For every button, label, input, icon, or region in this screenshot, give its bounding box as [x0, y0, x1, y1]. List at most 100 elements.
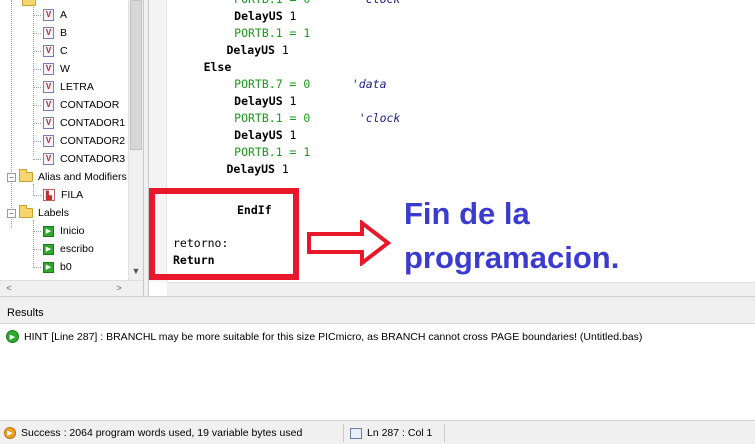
success-icon: ▶	[4, 427, 16, 439]
tree-variable-2[interactable]: VC	[33, 42, 68, 60]
compile-status-text: Success : 2064 program words used, 19 va…	[21, 427, 303, 439]
cursor-position-text: Ln 287 : Col 1	[367, 427, 433, 439]
tree-item-label: CONTADOR1	[60, 117, 126, 129]
tree-item-label: CONTADOR2	[60, 135, 126, 147]
variable-icon: V	[43, 9, 54, 21]
code-explorer-tree[interactable]: V A V B V C V W V LETRA V CONTADOR V CONTADOR1 V CONTAD…	[0, 0, 144, 296]
code-line-3[interactable]: DelayUS 1	[227, 42, 289, 59]
code-line-10[interactable]: DelayUS 1	[227, 161, 289, 178]
cursor-position: Ln 287 : Col 1	[350, 421, 432, 444]
status-bar: ▶ Success : 2064 program words used, 19 …	[0, 420, 755, 444]
code-line-7[interactable]: PORTB.1 = 0 'clock	[234, 110, 400, 127]
variable-icon: V	[43, 45, 54, 57]
tree-item-label: CONTADOR3	[60, 153, 126, 165]
code-line-2[interactable]: PORTB.1 = 1	[234, 25, 310, 42]
tree-item-label: B	[60, 27, 68, 39]
tree-label-2[interactable]: ▶ b0	[33, 258, 72, 276]
code-comment: 'data	[351, 77, 387, 91]
variable-icon: V	[43, 153, 54, 165]
tree-variable-4[interactable]: V LETRA	[33, 78, 94, 96]
highlight-box	[149, 188, 299, 280]
tree-label-0[interactable]: ▶ Inicio	[33, 222, 85, 240]
keyword: Else	[203, 60, 232, 74]
register-assignment: PORTB.1 = 0	[234, 111, 311, 125]
tree-item-label: escribo	[60, 243, 94, 255]
code-line-8[interactable]: DelayUS 1	[234, 127, 296, 144]
tree-folder-alias[interactable]: − Alias and Modifiers	[7, 168, 127, 186]
tree-alias-0[interactable]: ▙ FILA	[33, 186, 83, 204]
numeric-arg: 1	[282, 94, 297, 108]
tree-item-label: Inicio	[60, 225, 85, 237]
tree-scroll-right-arrow[interactable]: >	[112, 281, 126, 295]
variable-icon: V	[43, 27, 54, 39]
tree-variable-0[interactable]: VA	[33, 6, 67, 24]
code-line-5[interactable]: PORTB.7 = 0 'data	[234, 76, 386, 93]
numeric-arg: 1	[274, 43, 289, 57]
code-line-0[interactable]: PORTB.1 = 0 'clock	[234, 0, 400, 8]
tree-variable-1[interactable]: VB	[33, 24, 67, 42]
spacing	[310, 0, 358, 6]
tree-item-label: FILA	[61, 189, 84, 201]
keyword: DelayUS	[234, 128, 283, 142]
numeric-arg: 1	[282, 9, 297, 23]
numeric-arg: 1	[282, 128, 297, 142]
tree-item-label: LETRA	[60, 81, 94, 93]
tree-folder-label: Alias and Modifiers	[38, 171, 127, 183]
label-icon: ▶	[43, 261, 54, 273]
collapse-icon[interactable]: −	[7, 172, 16, 182]
spacing	[310, 77, 352, 91]
tree-variable-3[interactable]: VW	[33, 60, 70, 78]
tree-item-label: b0	[60, 261, 72, 273]
variable-icon: V	[43, 81, 54, 93]
register-assignment: PORTB.1 = 0	[234, 0, 310, 6]
results-panel: ▶ HINT [Line 287] : BRANCHL may be more …	[0, 324, 755, 420]
tree-folder-labels[interactable]: − Labels	[7, 204, 69, 222]
label-icon: ▶	[43, 243, 54, 255]
tree-scroll-thumb[interactable]	[130, 0, 142, 150]
tree-folder-label: Labels	[38, 207, 69, 219]
code-line-6[interactable]: DelayUS 1	[234, 93, 296, 110]
keyword: DelayUS	[234, 94, 283, 108]
tree-variable-8[interactable]: V CONTADOR3	[33, 150, 125, 168]
hint-message-text: HINT [Line 287] : BRANCHL may be more su…	[24, 330, 643, 343]
hint-message-row[interactable]: ▶ HINT [Line 287] : BRANCHL may be more …	[6, 330, 642, 343]
code-comment: 'clock	[358, 111, 401, 125]
spacing	[310, 111, 358, 125]
register-assignment: PORTB.7 = 0	[234, 77, 311, 91]
keyword: DelayUS	[226, 162, 275, 176]
tree-scroll-left-arrow[interactable]: <	[2, 281, 16, 295]
document-icon	[350, 427, 362, 439]
tree-item-label: C	[60, 45, 68, 57]
tree-scroll-down-arrow[interactable]: ▼	[129, 264, 143, 278]
register-assignment: PORTB.1 = 1	[234, 145, 311, 159]
collapse-icon[interactable]: −	[7, 208, 16, 218]
tree-variable-6[interactable]: V CONTADOR1	[33, 114, 125, 132]
code-line-9[interactable]: PORTB.1 = 1	[234, 144, 310, 161]
label-icon: ▶	[43, 225, 54, 237]
code-line-4[interactable]: Else	[204, 59, 232, 76]
tree-label-1[interactable]: ▶ escribo	[33, 240, 94, 258]
tree-variable-5[interactable]: V CONTADOR	[33, 96, 119, 114]
variable-icon: V	[43, 99, 54, 111]
variable-icon: V	[43, 63, 54, 75]
tree-item-label: W	[60, 63, 70, 75]
numeric-arg: 1	[274, 162, 289, 176]
folder-icon	[19, 205, 33, 218]
tree-item-label: CONTADOR	[60, 99, 120, 111]
compile-status: ▶ Success : 2064 program words used, 19 …	[4, 421, 302, 444]
tree-item-label: A	[60, 9, 68, 21]
annotation-text-line2: programacion.	[404, 240, 620, 275]
panel-splitter[interactable]	[0, 296, 755, 301]
editor-horizontal-scrollbar[interactable]	[167, 282, 755, 296]
folder-icon	[19, 169, 33, 182]
right-arrow-icon	[307, 220, 392, 266]
register-assignment: PORTB.1 = 1	[234, 26, 311, 40]
code-line-1[interactable]: DelayUS 1	[234, 8, 296, 25]
keyword: DelayUS	[226, 43, 275, 57]
variable-icon: V	[43, 117, 54, 129]
code-comment: 'clock	[359, 0, 401, 6]
variable-icon: V	[43, 135, 54, 147]
annotation-text-line1: Fin de la	[404, 196, 530, 231]
tree-variable-7[interactable]: V CONTADOR2	[33, 132, 125, 150]
results-panel-title: Results	[0, 302, 755, 324]
